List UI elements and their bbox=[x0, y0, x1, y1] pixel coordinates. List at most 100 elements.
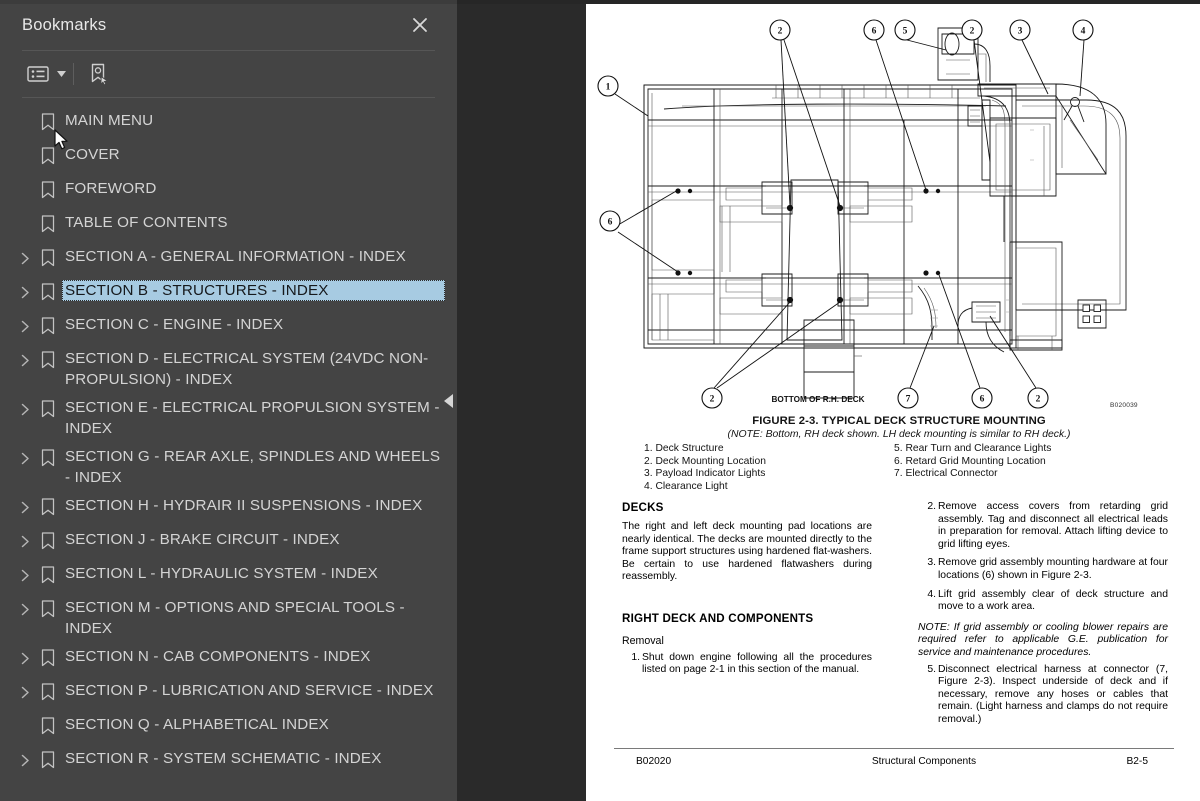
body-column-right: 2. Remove access covers from retarding g… bbox=[918, 501, 1168, 733]
bookmark-label: SECTION D - ELECTRICAL SYSTEM (24VDC NON… bbox=[65, 350, 429, 388]
chevron-right-icon[interactable] bbox=[14, 447, 36, 469]
svg-text:3: 3 bbox=[1018, 27, 1023, 37]
pdf-viewer-window: Bookmarks MAIN MENU COVER FOREWORD TABLE… bbox=[0, 0, 1200, 801]
svg-text:6: 6 bbox=[872, 27, 877, 37]
bookmark-item-section-d-electrical-system-24vdc-non-pr[interactable]: SECTION D - ELECTRICAL SYSTEM (24VDC NON… bbox=[14, 344, 445, 393]
bookmark-item-section-h-hydrair-ii-suspensions-index[interactable]: SECTION H - HYDRAIR II SUSPENSIONS - IND… bbox=[14, 491, 445, 525]
bookmark-item-foreword[interactable]: FOREWORD bbox=[14, 174, 445, 208]
bookmark-label: SECTION Q - ALPHABETICAL INDEX bbox=[65, 716, 329, 733]
bookmark-label: SECTION N - CAB COMPONENTS - INDEX bbox=[65, 648, 371, 665]
grid-assembly-note: NOTE: If grid assembly or cooling blower… bbox=[918, 621, 1168, 658]
chevron-right-icon[interactable] bbox=[14, 281, 36, 303]
bookmarks-toolbar bbox=[0, 51, 457, 150]
footer-page-number: B2-5 bbox=[1126, 756, 1148, 767]
bookmark-list[interactable]: MAIN MENU COVER FOREWORD TABLE OF CONTENTS S… bbox=[0, 98, 457, 801]
step-number: 2. bbox=[927, 501, 936, 512]
bookmark-item-section-e-electrical-propulsion-system-i[interactable]: SECTION E - ELECTRICAL PROPULSION SYSTEM… bbox=[14, 393, 445, 442]
heading-decks: DECKS bbox=[622, 501, 664, 514]
chevron-right-icon[interactable] bbox=[14, 349, 36, 371]
list-item: 1. Shut down engine following all the pr… bbox=[622, 652, 872, 677]
bookmark-label: SECTION J - BRAKE CIRCUIT - INDEX bbox=[65, 531, 340, 548]
bookmark-label: SECTION R - SYSTEM SCHEMATIC - INDEX bbox=[65, 750, 382, 767]
panel-title: Bookmarks bbox=[22, 15, 107, 34]
bookmark-item-section-m-options-and-special-tools-inde[interactable]: SECTION M - OPTIONS AND SPECIAL TOOLS - … bbox=[14, 593, 445, 642]
bookmark-item-section-q-alphabetical-index[interactable]: SECTION Q - ALPHABETICAL INDEX bbox=[14, 710, 445, 744]
figure-view-label: BOTTOM OF R.H. DECK bbox=[771, 395, 864, 404]
chevron-right-icon[interactable] bbox=[14, 564, 36, 586]
bookmark-item-section-j-brake-circuit-index[interactable]: SECTION J - BRAKE CIRCUIT - INDEX bbox=[14, 525, 445, 559]
svg-text:2: 2 bbox=[710, 395, 715, 405]
collapse-left-arrow-icon[interactable] bbox=[441, 0, 457, 801]
bookmark-item-main-menu[interactable]: MAIN MENU bbox=[14, 106, 445, 140]
chevron-right-icon[interactable] bbox=[14, 749, 36, 771]
bookmark-label: COVER bbox=[65, 146, 120, 163]
chevron-down-icon[interactable] bbox=[54, 59, 68, 89]
step-text: Remove grid assembly mounting hardware a… bbox=[938, 557, 1168, 581]
bookmarks-panel-header: Bookmarks bbox=[0, 0, 457, 50]
footer-divider bbox=[614, 748, 1174, 749]
bookmark-item-section-c-engine-index[interactable]: SECTION C - ENGINE - INDEX bbox=[14, 310, 445, 344]
bookmark-icon bbox=[36, 179, 60, 201]
svg-text:6: 6 bbox=[608, 218, 613, 228]
svg-text:6: 6 bbox=[980, 395, 985, 405]
body-column-left: DECKS The right and left deck mounting p… bbox=[622, 501, 872, 733]
bookmark-item-section-g-rear-axle-spindles-and-wheels-[interactable]: SECTION G - REAR AXLE, SPINDLES AND WHEE… bbox=[14, 442, 445, 491]
chevron-right-icon[interactable] bbox=[14, 598, 36, 620]
chevron-right-icon[interactable] bbox=[14, 315, 36, 337]
svg-text:2: 2 bbox=[778, 27, 783, 37]
bookmark-icon bbox=[36, 749, 60, 771]
bookmark-icon bbox=[36, 349, 60, 371]
list-item: 3. Remove grid assembly mounting hardwar… bbox=[918, 557, 1168, 582]
footer-document-code: B02020 bbox=[636, 756, 672, 767]
svg-text:2: 2 bbox=[970, 27, 975, 37]
bookmark-item-section-p-lubrication-and-service-index[interactable]: SECTION P - LUBRICATION AND SERVICE - IN… bbox=[14, 676, 445, 710]
bookmark-item-section-r-system-schematic-index[interactable]: SECTION R - SYSTEM SCHEMATIC - INDEX bbox=[14, 744, 445, 778]
bookmark-label: SECTION A - GENERAL INFORMATION - INDEX bbox=[65, 248, 406, 265]
svg-text:4: 4 bbox=[1081, 27, 1086, 37]
chevron-right-icon[interactable] bbox=[14, 398, 36, 420]
figure-caption: FIGURE 2-3. TYPICAL DECK STRUCTURE MOUNT… bbox=[752, 415, 1046, 427]
close-icon[interactable] bbox=[409, 14, 431, 36]
bookmark-item-section-b-structures-index[interactable]: SECTION B - STRUCTURES - INDEX bbox=[14, 276, 445, 310]
svg-text:7: 7 bbox=[906, 395, 911, 405]
bookmark-item-cover[interactable]: COVER bbox=[14, 140, 445, 174]
bookmark-label: FOREWORD bbox=[65, 180, 157, 197]
legend-item: 6. Retard Grid Mounting Location bbox=[894, 455, 1046, 467]
bookmark-icon bbox=[36, 530, 60, 552]
figure-legend: 1. Deck Structure 2. Deck Mounting Locat… bbox=[644, 443, 1164, 493]
pdf-page: .ln { stroke:#1b1b1b; stroke-width:.9; f… bbox=[586, 4, 1200, 801]
step-text: Shut down engine following all the proce… bbox=[642, 651, 872, 676]
new-bookmark-icon[interactable] bbox=[83, 59, 115, 89]
footer-title: Structural Components bbox=[871, 756, 977, 767]
bookmark-label: SECTION H - HYDRAIR II SUSPENSIONS - IND… bbox=[65, 497, 423, 514]
bookmark-icon bbox=[36, 598, 60, 620]
bookmark-label: SECTION P - LUBRICATION AND SERVICE - IN… bbox=[65, 682, 434, 699]
bookmark-icon bbox=[36, 681, 60, 703]
heading-right-deck: RIGHT DECK AND COMPONENTS bbox=[622, 611, 814, 625]
bookmark-item-section-l-hydraulic-system-index[interactable]: SECTION L - HYDRAULIC SYSTEM - INDEX bbox=[14, 559, 445, 593]
bookmark-label: SECTION C - ENGINE - INDEX bbox=[65, 316, 284, 333]
document-viewport[interactable]: .ln { stroke:#1b1b1b; stroke-width:.9; f… bbox=[457, 4, 1200, 801]
chevron-right-icon[interactable] bbox=[14, 247, 36, 269]
bookmark-label: MAIN MENU bbox=[65, 112, 154, 129]
bookmark-item-section-n-cab-components-index[interactable]: SECTION N - CAB COMPONENTS - INDEX bbox=[14, 642, 445, 676]
svg-text:2: 2 bbox=[1036, 395, 1041, 405]
chevron-right-icon[interactable] bbox=[14, 681, 36, 703]
bookmark-icon bbox=[36, 315, 60, 337]
subheading-removal: Removal bbox=[622, 634, 664, 647]
removal-steps-right-top: 2. Remove access covers from retarding g… bbox=[918, 501, 1168, 614]
drawing-number: B020039 bbox=[1110, 402, 1138, 409]
bookmark-item-table-of-contents[interactable]: TABLE OF CONTENTS bbox=[14, 208, 445, 242]
toolbar-separator bbox=[73, 63, 74, 85]
chevron-right-icon[interactable] bbox=[14, 496, 36, 518]
legend-item: 7. Electrical Connector bbox=[894, 468, 998, 480]
step-number: 4. bbox=[927, 588, 936, 600]
removal-steps-left: 1. Shut down engine following all the pr… bbox=[622, 652, 872, 677]
bookmark-label: SECTION B - STRUCTURES - INDEX bbox=[62, 280, 445, 301]
list-options-icon[interactable] bbox=[22, 59, 54, 89]
list-item: 4. Lift grid assembly clear of deck stru… bbox=[918, 589, 1168, 614]
list-item: 5. Disconnect electrical harness at conn… bbox=[918, 664, 1168, 727]
bookmark-item-section-a-general-information-index[interactable]: SECTION A - GENERAL INFORMATION - INDEX bbox=[14, 242, 445, 276]
chevron-right-icon[interactable] bbox=[14, 530, 36, 552]
chevron-right-icon[interactable] bbox=[14, 647, 36, 669]
